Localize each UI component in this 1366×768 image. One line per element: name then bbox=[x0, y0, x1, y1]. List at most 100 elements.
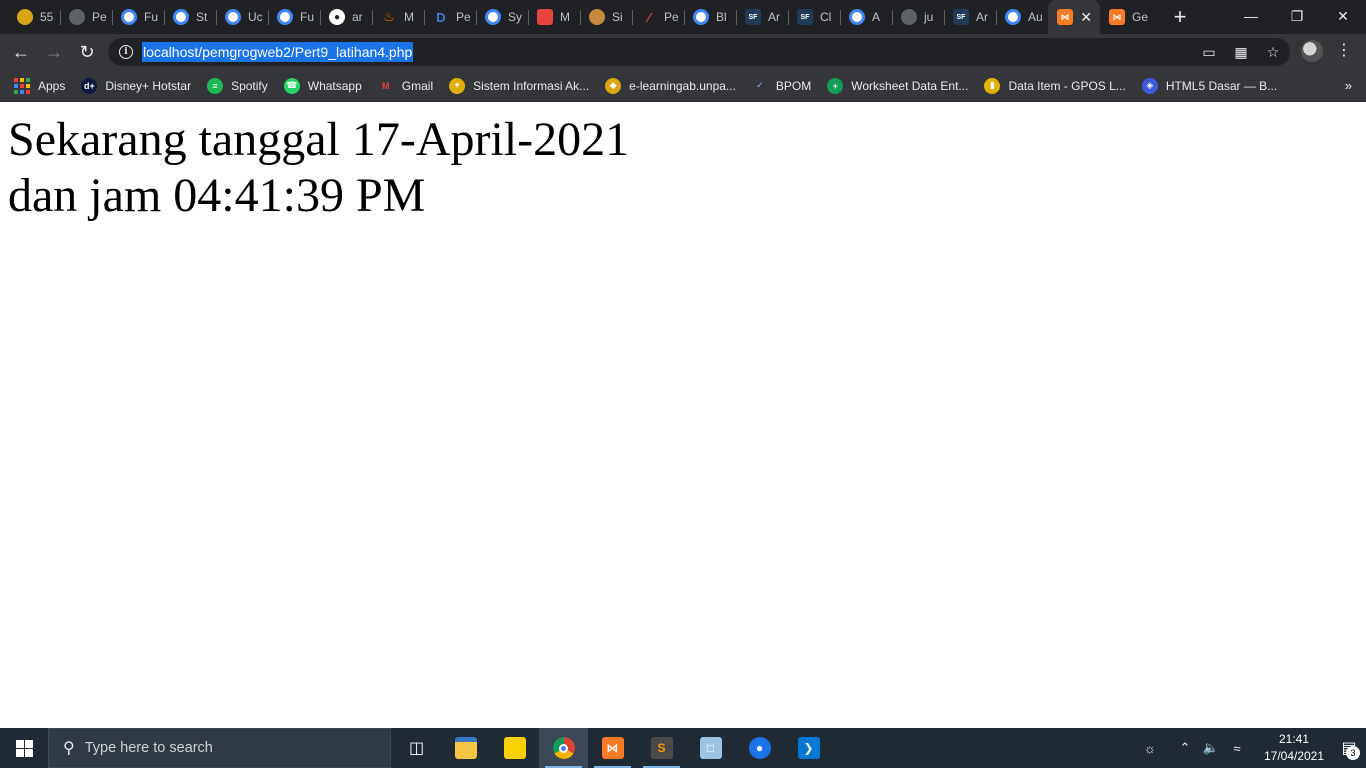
bookmark-item[interactable]: ☎ Whatsapp bbox=[283, 77, 362, 94]
tab-title: ju bbox=[924, 10, 934, 24]
sheets-icon: + bbox=[827, 77, 844, 94]
tab[interactable]: ju bbox=[892, 0, 944, 34]
vscode-icon: ❯ bbox=[797, 737, 820, 759]
google-icon bbox=[693, 9, 709, 25]
colorful-square-icon bbox=[537, 9, 553, 25]
tab-title: Pe bbox=[456, 10, 471, 24]
start-button[interactable] bbox=[0, 728, 48, 768]
tab[interactable]: 55 bbox=[8, 0, 60, 34]
taskbar-maps[interactable]: ● bbox=[735, 728, 784, 768]
wifi-icon[interactable]: ≈ bbox=[1225, 741, 1249, 756]
taskbar-search[interactable]: ⚲ Type here to search bbox=[48, 728, 391, 768]
elearning-icon: ◆ bbox=[605, 77, 622, 94]
new-tab-button[interactable]: + bbox=[1164, 0, 1196, 34]
tab[interactable]: Sy bbox=[476, 0, 528, 34]
taskbar-file-explorer[interactable] bbox=[441, 728, 490, 768]
tab[interactable]: SF Cl bbox=[788, 0, 840, 34]
cast-icon[interactable]: ▭ bbox=[1200, 44, 1218, 61]
forward-button[interactable]: → bbox=[38, 38, 70, 66]
bpom-icon: ✓ bbox=[756, 80, 764, 90]
taskbar-xampp[interactable]: ⋈ bbox=[588, 728, 637, 768]
bookmark-item[interactable]: ✦ Sistem Informasi Ak... bbox=[449, 77, 589, 94]
bookmark-label: Worksheet Data Ent... bbox=[851, 78, 969, 93]
bookmark-item[interactable]: ≡ Spotify bbox=[207, 77, 268, 94]
restore-button[interactable]: ❐ bbox=[1274, 0, 1320, 32]
tab[interactable]: A bbox=[840, 0, 892, 34]
tab[interactable]: SF Ar bbox=[736, 0, 788, 34]
bookmark-label: Data Item - GPOS L... bbox=[1008, 78, 1126, 93]
tab[interactable]: Fu bbox=[112, 0, 164, 34]
tab[interactable]: ∕ Pe bbox=[632, 0, 684, 34]
clock[interactable]: 21:41 17/04/2021 bbox=[1256, 731, 1332, 765]
tab[interactable]: Pe bbox=[60, 0, 112, 34]
minimize-button[interactable]: — bbox=[1228, 0, 1274, 32]
tab-title: Ar bbox=[768, 10, 780, 24]
windows-taskbar: ⚲ Type here to search ◫ ⋈ S □ ● ❯ ☼ ⌃ 🔈 … bbox=[0, 728, 1366, 768]
bookmark-item[interactable]: Apps bbox=[14, 77, 66, 94]
chevron-up-icon[interactable]: ⌃ bbox=[1173, 740, 1197, 756]
bookmark-star-icon[interactable]: ☆ bbox=[1264, 44, 1282, 61]
tab-active[interactable]: ⋈ ✕ bbox=[1048, 0, 1100, 34]
tab-title: Bl bbox=[716, 10, 727, 24]
close-window-button[interactable]: ✕ bbox=[1320, 0, 1366, 32]
taskbar-vscode[interactable]: ❯ bbox=[784, 728, 833, 768]
search-icon: ⚲ bbox=[63, 740, 75, 757]
tab[interactable]: St bbox=[164, 0, 216, 34]
volume-icon[interactable]: 🔈 bbox=[1199, 740, 1223, 756]
task-view-button[interactable]: ◫ bbox=[392, 728, 441, 768]
map-pin-icon: ● bbox=[748, 737, 771, 759]
bookmark-label: Apps bbox=[38, 78, 66, 93]
people-icon[interactable]: ☼ bbox=[1138, 741, 1162, 756]
tab[interactable]: ● ar bbox=[320, 0, 372, 34]
bookmark-item[interactable]: ◆ e-learningab.unpa... bbox=[605, 77, 736, 94]
bookmark-item[interactable]: M Gmail bbox=[378, 78, 433, 94]
google-icon bbox=[485, 9, 501, 25]
reload-button[interactable]: ↻ bbox=[71, 38, 103, 66]
action-center-button[interactable]: ▤ 3 bbox=[1332, 728, 1366, 768]
tab[interactable]: SF Ar bbox=[944, 0, 996, 34]
tab[interactable]: M bbox=[528, 0, 580, 34]
site-info-icon[interactable]: i bbox=[119, 45, 133, 59]
tab[interactable]: Au bbox=[996, 0, 1048, 34]
bookmarks-overflow-button[interactable]: » bbox=[1345, 78, 1352, 93]
taskbar-virtualbox[interactable]: □ bbox=[686, 728, 735, 768]
tab[interactable]: D Pe bbox=[424, 0, 476, 34]
browser-menu-icon[interactable]: ⋮ bbox=[1336, 40, 1352, 60]
tab-title: Sy bbox=[508, 10, 523, 24]
bookmark-item[interactable]: ▮ Data Item - GPOS L... bbox=[984, 77, 1126, 94]
bookmark-item[interactable]: ✓ BPOM bbox=[752, 78, 811, 94]
gmail-icon: M bbox=[382, 80, 390, 91]
google-icon bbox=[121, 9, 137, 25]
tab[interactable]: Fu bbox=[268, 0, 320, 34]
tab[interactable]: ⋈ Ge bbox=[1100, 0, 1152, 34]
address-bar[interactable]: i localhost/pemgrogweb2/Pert9_latihan4.p… bbox=[108, 38, 1290, 66]
bookmark-item[interactable]: + Worksheet Data Ent... bbox=[827, 77, 969, 94]
tab[interactable]: Uc bbox=[216, 0, 268, 34]
taskbar-chrome[interactable] bbox=[539, 728, 588, 768]
date-text: Sekarang tanggal 17-April-2021 bbox=[8, 113, 630, 166]
back-button[interactable]: ← bbox=[5, 38, 37, 66]
tab-title: St bbox=[196, 10, 208, 24]
profile-avatar[interactable] bbox=[1301, 40, 1323, 62]
d-letter-icon: D bbox=[436, 9, 446, 25]
java-icon: ♨ bbox=[383, 9, 395, 24]
bookmark-item[interactable]: ◈ HTML5 Dasar — B... bbox=[1141, 77, 1277, 94]
tab[interactable]: ♨ M bbox=[372, 0, 424, 34]
taskbar-sublime-text[interactable]: S bbox=[637, 728, 686, 768]
tab[interactable]: Si bbox=[580, 0, 632, 34]
bookmark-item[interactable]: d+ Disney+ Hotstar bbox=[81, 77, 191, 94]
qr-code-icon[interactable]: ▦ bbox=[1232, 44, 1250, 61]
sf-icon: SF bbox=[797, 9, 813, 25]
tab-title: Fu bbox=[300, 10, 315, 24]
url-text[interactable]: localhost/pemgrogweb2/Pert9_latihan4.php bbox=[142, 42, 414, 62]
tab-close-icon[interactable]: ✕ bbox=[1080, 9, 1092, 26]
clock-date: 17/04/2021 bbox=[1263, 749, 1325, 763]
taskbar-sticky-notes[interactable] bbox=[490, 728, 539, 768]
tab[interactable]: Bl bbox=[684, 0, 736, 34]
bookmark-label: e-learningab.unpa... bbox=[629, 78, 736, 93]
tab-title: Ge bbox=[1132, 10, 1149, 24]
html5-icon: ◈ bbox=[1141, 77, 1158, 94]
spotify-icon: ≡ bbox=[207, 77, 224, 94]
tab-title: Si bbox=[612, 10, 623, 24]
github-icon: ● bbox=[329, 9, 345, 25]
